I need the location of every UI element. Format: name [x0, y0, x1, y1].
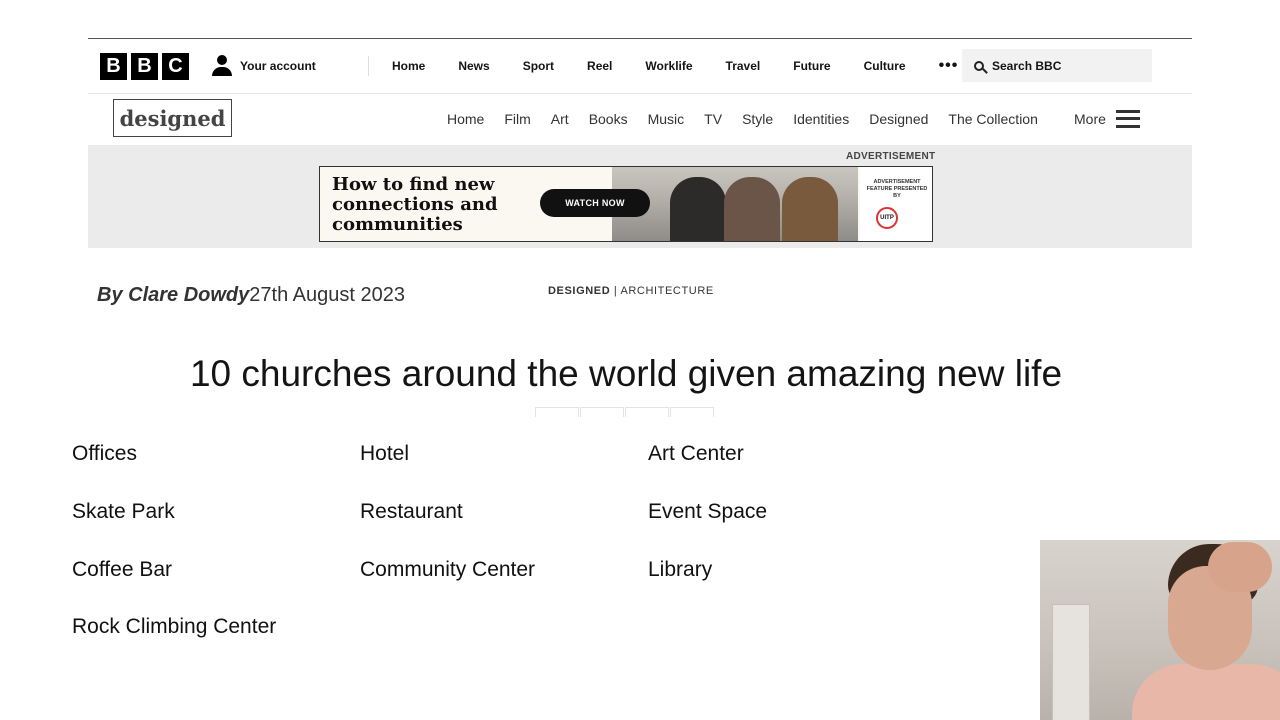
ad-photo-person: [782, 177, 838, 241]
list-item: Hotel: [360, 442, 410, 465]
subnav-music[interactable]: Music: [648, 111, 685, 127]
share-button[interactable]: [625, 407, 669, 417]
nav-home[interactable]: Home: [392, 59, 425, 73]
section-tag: DESIGNED | ARCHITECTURE: [548, 285, 714, 297]
sponsor-text: ADVERTISEMENT FEATURE PRESENTED BY: [866, 179, 928, 199]
bbc-logo-letter: B: [131, 53, 158, 80]
share-button[interactable]: [535, 407, 579, 417]
share-button[interactable]: [670, 407, 714, 417]
more-menu-button[interactable]: More: [1074, 94, 1140, 143]
account-link[interactable]: Your account: [212, 55, 316, 77]
search-bbc-button[interactable]: Search BBC: [962, 49, 1152, 82]
section-nav: Home Film Art Books Music TV Style Ident…: [447, 94, 1058, 143]
subnav-designed[interactable]: Designed: [869, 111, 928, 127]
subnav-tv[interactable]: TV: [704, 111, 722, 127]
webcam-background-door: [1052, 604, 1090, 720]
advertisement-label: ADVERTISEMENT: [846, 151, 936, 162]
bbc-logo-letter: B: [100, 53, 127, 80]
publish-date: 27th August 2023: [249, 284, 405, 306]
nav-news[interactable]: News: [458, 59, 489, 73]
ad-photo-person: [670, 177, 726, 241]
more-label: More: [1074, 110, 1106, 127]
subnav-books[interactable]: Books: [589, 111, 628, 127]
list-item: Art Center: [648, 442, 744, 465]
ad-headline: How to find new connections and communit…: [332, 174, 498, 235]
author[interactable]: By Clare Dowdy: [97, 284, 249, 306]
account-label: Your account: [240, 59, 316, 73]
hamburger-icon: [1115, 109, 1140, 128]
list-item: Event Space: [648, 500, 768, 523]
bbc-main-nav: Home News Sport Reel Worklife Travel Fut…: [392, 39, 991, 93]
list-item: Restaurant: [360, 500, 463, 523]
designed-subnav: designed Home Film Art Books Music TV St…: [88, 94, 1192, 145]
list-item: Offices: [72, 442, 137, 465]
list-item: Coffee Bar: [72, 558, 173, 581]
nav-worklife[interactable]: Worklife: [645, 59, 692, 73]
subsection-link[interactable]: ARCHITECTURE: [620, 285, 713, 297]
subnav-style[interactable]: Style: [742, 111, 773, 127]
webcam-overlay: [1040, 540, 1280, 720]
search-label: Search BBC: [992, 58, 1062, 73]
list-item: Community Center: [360, 558, 536, 581]
uitp-logo: UITP: [876, 207, 898, 229]
more-dots-icon[interactable]: •••: [939, 57, 959, 75]
subnav-home[interactable]: Home: [447, 111, 484, 127]
ad-photo-person: [724, 177, 780, 241]
bbc-logo[interactable]: B B C: [100, 53, 189, 80]
section-separator: |: [610, 285, 621, 297]
list-item: Library: [648, 558, 713, 581]
designed-logo[interactable]: designed: [113, 99, 232, 137]
watch-now-button[interactable]: WATCH NOW: [540, 189, 650, 217]
user-icon: [212, 55, 232, 77]
list-item: Rock Climbing Center: [72, 615, 277, 638]
nav-future[interactable]: Future: [793, 59, 830, 73]
bbc-masthead: B B C Your account Home News Sport Reel …: [88, 39, 1192, 94]
share-button[interactable]: [580, 407, 624, 417]
ad-sponsor: ADVERTISEMENT FEATURE PRESENTED BY UITP: [860, 167, 932, 241]
divider: [368, 56, 369, 76]
ad-banner[interactable]: How to find new connections and communit…: [319, 166, 933, 242]
advertisement-band: ADVERTISEMENT How to find new connection…: [88, 145, 1192, 248]
byline: By Clare Dowdy27th August 2023: [97, 284, 405, 307]
search-icon: [974, 60, 984, 71]
webcam-presenter-hand: [1208, 542, 1272, 592]
bbc-logo-letter: C: [162, 53, 189, 80]
subnav-identities[interactable]: Identities: [793, 111, 849, 127]
nav-sport[interactable]: Sport: [523, 59, 554, 73]
nav-reel[interactable]: Reel: [587, 59, 612, 73]
webcam-presenter-shirt: [1132, 664, 1280, 720]
share-buttons: [535, 407, 714, 417]
subnav-film[interactable]: Film: [504, 111, 530, 127]
section-link[interactable]: DESIGNED: [548, 285, 610, 297]
subnav-the-collection[interactable]: The Collection: [948, 111, 1038, 127]
article-title: 10 churches around the world given amazi…: [189, 352, 1063, 394]
list-item: Skate Park: [72, 500, 175, 523]
subnav-art[interactable]: Art: [551, 111, 569, 127]
nav-travel[interactable]: Travel: [726, 59, 761, 73]
nav-culture[interactable]: Culture: [864, 59, 906, 73]
